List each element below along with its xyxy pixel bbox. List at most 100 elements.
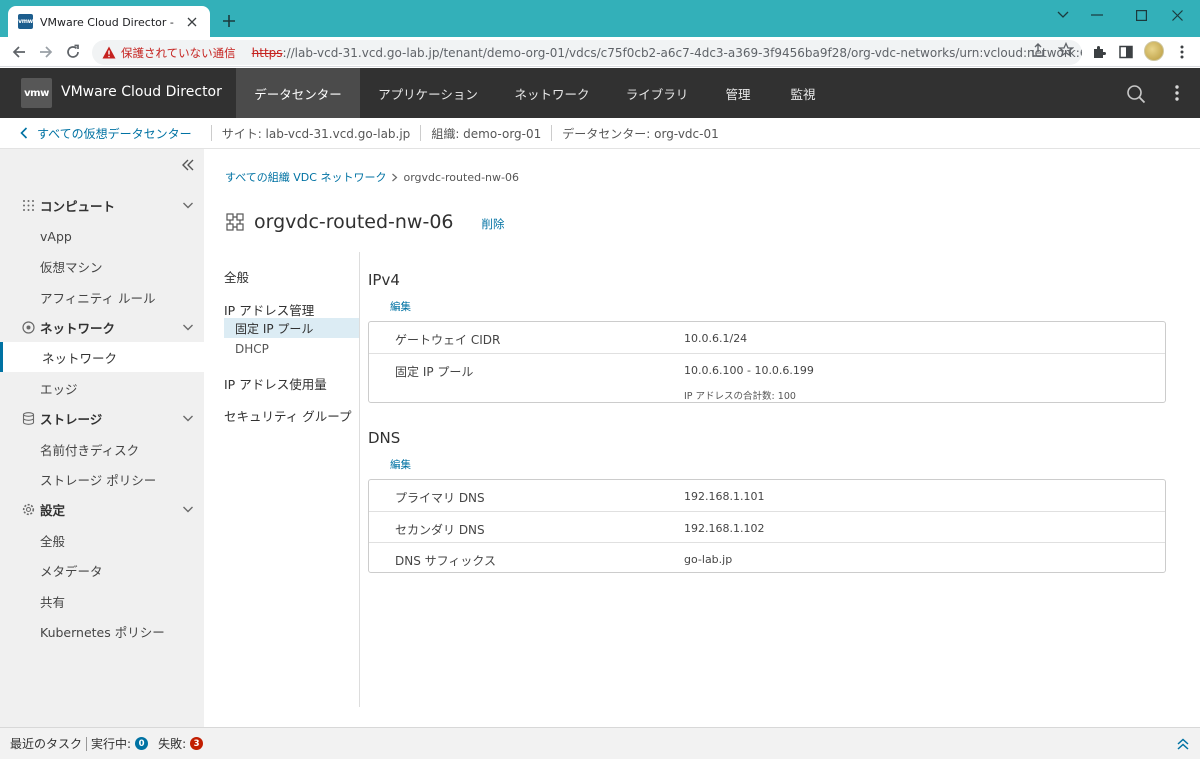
- dns-suffix-row: DNS サフィックス go-lab.jp: [369, 542, 1165, 572]
- new-tab-icon[interactable]: [220, 12, 238, 30]
- sidebar-group-label: ストレージ: [40, 411, 103, 427]
- sidebar-item-vms[interactable]: 仮想マシン: [0, 251, 204, 281]
- nav-datacenter[interactable]: データセンター: [236, 68, 360, 118]
- tab-title: VMware Cloud Director - ネットワ...: [40, 15, 177, 29]
- sidebar-group-settings[interactable]: 設定: [0, 496, 204, 522]
- subnav-static-ip-pools[interactable]: 固定 IP プール: [224, 318, 359, 338]
- sidebar: コンピュート vApp 仮想マシン アフィニティ ルール ネットワーク ネットワ…: [0, 149, 204, 727]
- context-bar: すべての仮想データセンター サイト: lab-vcd-31.vcd.go-lab…: [0, 118, 1200, 149]
- more-vertical-icon[interactable]: [1170, 83, 1184, 103]
- vmware-logo: vmw: [21, 78, 52, 108]
- breadcrumb-current: orgvdc-routed-nw-06: [403, 170, 519, 184]
- chevron-right-icon: [391, 173, 398, 182]
- failed-label: 失敗:: [158, 737, 187, 751]
- secondary-dns-label: セカンダリ DNS: [395, 523, 485, 537]
- static-ip-pool-row: 固定 IP プール 10.0.6.100 - 10.0.6.199 IP アドレ…: [369, 353, 1165, 402]
- security-warning-text: 保護されていない通信: [121, 45, 236, 60]
- side-panel-icon[interactable]: [1118, 44, 1134, 60]
- collapse-sidebar-icon[interactable]: [180, 157, 196, 173]
- minimize-icon[interactable]: [1074, 0, 1120, 30]
- primary-dns-value: 192.168.1.101: [684, 490, 765, 503]
- failed-count-badge: 3: [190, 737, 204, 750]
- vmware-favicon-icon: vmw: [18, 14, 33, 29]
- app-title: VMware Cloud Director: [61, 84, 222, 100]
- reload-icon[interactable]: [63, 42, 83, 62]
- browser-toolbar: 保護されていない通信 https ://lab-vcd-31.vcd.go-la…: [0, 37, 1200, 67]
- sidebar-item-sharing[interactable]: 共有: [0, 586, 204, 616]
- sidebar-group-compute[interactable]: コンピュート: [0, 192, 204, 218]
- context-datacenter: データセンター: org-vdc-01: [562, 126, 719, 141]
- database-icon: [22, 411, 35, 425]
- chevron-down-icon: [182, 413, 194, 423]
- subnav-ip-usage[interactable]: IP アドレス使用量: [224, 374, 327, 393]
- page-header: orgvdc-routed-nw-06 削除: [226, 211, 505, 233]
- nav-monitor[interactable]: 監視: [770, 68, 836, 118]
- subnav-dhcp[interactable]: DHCP: [224, 339, 359, 359]
- dns-section-title: DNS: [368, 429, 401, 447]
- ipv4-edit-button[interactable]: 編集: [390, 299, 411, 314]
- delete-button[interactable]: 削除: [482, 216, 505, 232]
- extensions-puzzle-icon[interactable]: [1091, 44, 1107, 60]
- sidebar-item-storage-policies[interactable]: ストレージ ポリシー: [0, 464, 204, 494]
- app-header: vmw VMware Cloud Director データセンター アプリケーシ…: [0, 68, 1200, 118]
- secondary-dns-row: セカンダリ DNS 192.168.1.102: [369, 511, 1165, 542]
- static-ip-pool-label: 固定 IP プール: [395, 365, 474, 379]
- browser-titlebar: vmw VMware Cloud Director - ネットワ...: [0, 0, 1200, 37]
- sidebar-item-edges[interactable]: エッジ: [0, 373, 204, 403]
- primary-dns-row: プライマリ DNS 192.168.1.101: [369, 480, 1165, 511]
- nav-administration[interactable]: 管理: [706, 68, 770, 118]
- sidebar-group-networking[interactable]: ネットワーク: [0, 314, 204, 340]
- nav-networking[interactable]: ネットワーク: [496, 68, 608, 118]
- nav-applications[interactable]: アプリケーション: [360, 68, 496, 118]
- subnav-security-groups[interactable]: セキュリティ グループ: [224, 406, 351, 425]
- sidebar-item-vapp[interactable]: vApp: [0, 221, 204, 251]
- network-globe-icon: [22, 320, 35, 334]
- bookmark-star-icon[interactable]: [1058, 42, 1074, 58]
- sidebar-group-storage[interactable]: ストレージ: [0, 405, 204, 431]
- running-label: 実行中:: [91, 737, 132, 751]
- subnav-ip-management[interactable]: IP アドレス管理: [224, 300, 314, 319]
- sidebar-item-general[interactable]: 全般: [0, 525, 204, 555]
- back-to-datacenters-link[interactable]: すべての仮想データセンター: [0, 125, 192, 142]
- dns-suffix-value: go-lab.jp: [684, 553, 733, 566]
- url-scheme: https: [251, 45, 283, 60]
- page-title: orgvdc-routed-nw-06: [254, 211, 454, 233]
- secondary-dns-value: 192.168.1.102: [684, 522, 765, 535]
- running-count-badge: 0: [135, 737, 149, 750]
- sidebar-item-affinity-rules[interactable]: アフィニティ ルール: [0, 282, 204, 312]
- context-site: サイト: lab-vcd-31.vcd.go-lab.jp: [221, 126, 411, 141]
- sidebar-item-named-disks[interactable]: 名前付きディスク: [0, 434, 204, 464]
- sidebar-item-metadata[interactable]: メタデータ: [0, 555, 204, 585]
- profile-avatar[interactable]: [1144, 41, 1164, 61]
- subnav-general[interactable]: 全般: [224, 267, 249, 286]
- breadcrumb-org-vdc-networks-link[interactable]: すべての組織 VDC ネットワーク: [225, 169, 386, 185]
- dns-edit-button[interactable]: 編集: [390, 457, 411, 472]
- static-ip-pool-value: 10.0.6.100 - 10.0.6.199: [684, 364, 814, 377]
- grid-dots-icon: [22, 199, 35, 212]
- dns-card: プライマリ DNS 192.168.1.101 セカンダリ DNS 192.16…: [368, 479, 1166, 573]
- share-icon[interactable]: [1030, 42, 1046, 58]
- nav-libraries[interactable]: ライブラリ: [608, 68, 706, 118]
- recent-tasks-label[interactable]: 最近のタスク: [10, 735, 82, 752]
- browser-tab[interactable]: vmw VMware Cloud Director - ネットワ...: [8, 6, 210, 37]
- warning-triangle-icon: [102, 46, 116, 59]
- sidebar-item-kubernetes-policies[interactable]: Kubernetes ポリシー: [0, 616, 204, 646]
- gear-icon: [22, 503, 35, 516]
- browser-menu-icon[interactable]: [1174, 44, 1190, 60]
- gateway-cidr-row: ゲートウェイ CIDR 10.0.6.1/24: [369, 322, 1165, 353]
- chevron-down-icon: [182, 322, 194, 332]
- expand-tasks-icon[interactable]: [1176, 737, 1190, 751]
- recent-tasks-bar[interactable]: 最近のタスク 実行中: 0 失敗: 3: [0, 727, 1200, 759]
- dns-suffix-label: DNS サフィックス: [395, 554, 497, 568]
- close-tab-icon[interactable]: [184, 14, 200, 30]
- address-bar[interactable]: 保護されていない通信 https ://lab-vcd-31.vcd.go-la…: [92, 40, 1082, 65]
- search-icon[interactable]: [1126, 84, 1146, 104]
- close-window-icon[interactable]: [1154, 0, 1200, 30]
- gateway-cidr-value: 10.0.6.1/24: [684, 332, 748, 345]
- back-arrow-icon[interactable]: [9, 42, 29, 62]
- ipv4-card: ゲートウェイ CIDR 10.0.6.1/24 固定 IP プール 10.0.6…: [368, 321, 1166, 403]
- sidebar-item-networks[interactable]: ネットワーク: [0, 342, 204, 372]
- sidebar-group-label: ネットワーク: [40, 320, 116, 336]
- main-content: すべての組織 VDC ネットワーク orgvdc-routed-nw-06 or…: [204, 149, 1200, 727]
- forward-arrow-icon[interactable]: [36, 42, 56, 62]
